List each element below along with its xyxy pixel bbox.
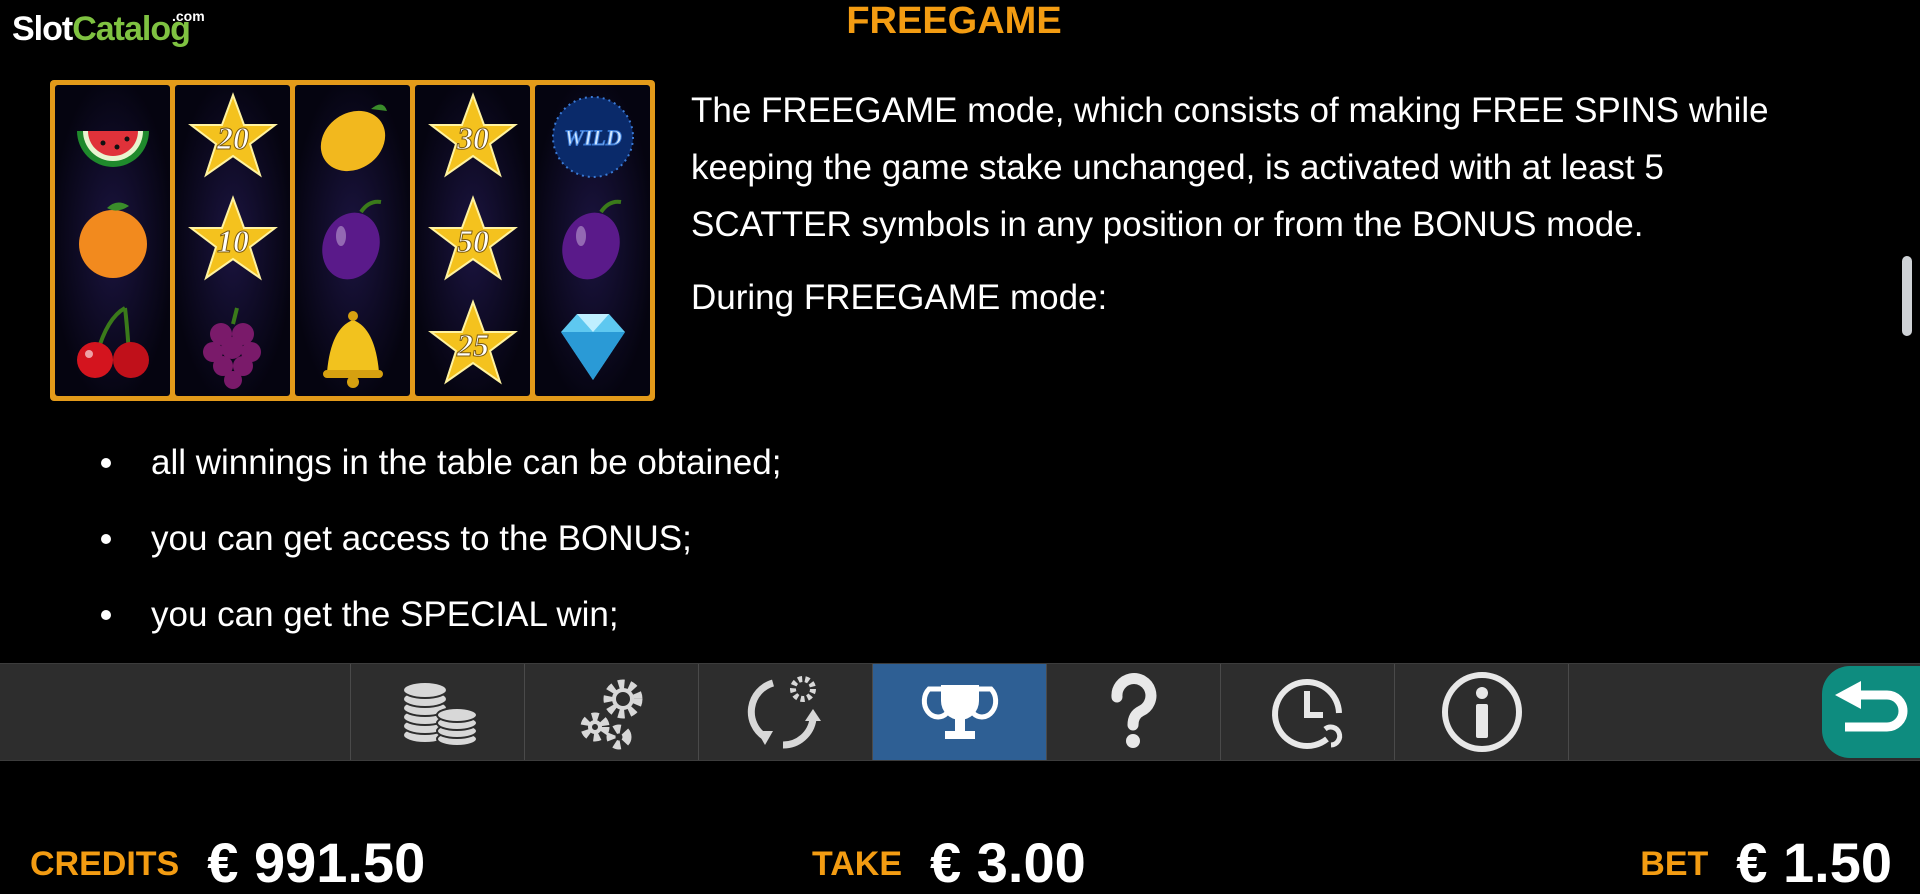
settings-button[interactable] bbox=[524, 664, 698, 760]
plum-icon bbox=[321, 200, 381, 280]
reel-symbol bbox=[187, 298, 279, 390]
reel-symbol bbox=[67, 91, 159, 183]
reel-symbol bbox=[307, 91, 399, 183]
symbol-label: 30 bbox=[456, 120, 489, 156]
autoplay-button[interactable] bbox=[698, 664, 872, 760]
list-item-text: all winnings in the table can be obtaine… bbox=[151, 443, 782, 482]
reel-symbol: 10 bbox=[187, 194, 279, 286]
paytable-coins-button[interactable] bbox=[350, 664, 524, 760]
description-paragraph-2: During FREEGAME mode: bbox=[691, 278, 1108, 317]
wild-icon: WILD bbox=[551, 95, 634, 178]
reel-symbol bbox=[307, 298, 399, 390]
bullet-dot bbox=[101, 534, 111, 544]
take-display: TAKE € 3.00 bbox=[812, 815, 1086, 891]
tab-trophy[interactable] bbox=[872, 664, 1046, 760]
star-icon: 10 bbox=[187, 195, 278, 282]
bullet-dot bbox=[101, 458, 111, 468]
history-icon bbox=[1271, 679, 1342, 749]
symbol-label: 20 bbox=[216, 120, 249, 156]
reel-symbol bbox=[547, 298, 639, 390]
info-button[interactable] bbox=[1394, 664, 1569, 760]
reel-symbol: 25 bbox=[427, 298, 519, 390]
bet-label: BET bbox=[1640, 845, 1709, 883]
bell-icon bbox=[322, 311, 383, 389]
coins-icon bbox=[401, 681, 478, 747]
star-icon: 30 bbox=[427, 91, 518, 178]
symbol-label: WILD bbox=[564, 125, 622, 150]
symbol-label: 25 bbox=[456, 327, 489, 363]
reel-column: WILD bbox=[535, 85, 650, 396]
list-item: all winnings in the table can be obtaine… bbox=[100, 425, 781, 501]
credits-display: CREDITS € 991.50 bbox=[30, 815, 425, 891]
info-icon bbox=[1441, 672, 1522, 752]
reel-symbol bbox=[547, 194, 639, 286]
autoplay-icon bbox=[747, 676, 821, 749]
gears-icon bbox=[580, 679, 642, 750]
credits-label: CREDITS bbox=[30, 845, 180, 883]
trophy-icon bbox=[921, 685, 998, 739]
list-item: you can get access to the BONUS; bbox=[100, 501, 781, 577]
reel-column bbox=[295, 85, 410, 396]
reels-illustration: 20 10 30 50 25 WILD bbox=[50, 80, 655, 401]
scrollbar-thumb[interactable] bbox=[1902, 256, 1912, 336]
grapes-icon bbox=[202, 307, 261, 390]
reel-symbol: 50 bbox=[427, 194, 519, 286]
bullet-dot bbox=[101, 610, 111, 620]
reel-symbol bbox=[307, 194, 399, 286]
plum-icon bbox=[561, 200, 621, 280]
reel-symbol: 20 bbox=[187, 91, 279, 183]
feature-list: all winnings in the table can be obtaine… bbox=[100, 425, 781, 653]
reel-column: 30 50 25 bbox=[415, 85, 530, 396]
back-button[interactable] bbox=[1822, 666, 1920, 758]
take-value: € 3.00 bbox=[930, 831, 1086, 894]
bottom-toolbar bbox=[0, 663, 1920, 761]
list-item: you can get the SPECIAL win; bbox=[100, 577, 781, 653]
reel-symbol bbox=[67, 298, 159, 390]
help-button[interactable] bbox=[1046, 664, 1220, 760]
history-button[interactable] bbox=[1220, 664, 1394, 760]
reel-symbol: 30 bbox=[427, 91, 519, 183]
page-title: FREEGAME bbox=[846, 0, 1062, 42]
list-item-text: you can get access to the BONUS; bbox=[151, 519, 692, 558]
star-icon: 25 bbox=[427, 299, 518, 385]
symbol-label: 50 bbox=[457, 223, 489, 259]
star-icon: 50 bbox=[427, 195, 518, 282]
diamond-icon bbox=[560, 314, 625, 381]
bet-display: BET € 1.50 bbox=[1640, 815, 1892, 891]
take-label: TAKE bbox=[812, 845, 903, 883]
reel-symbol: WILD bbox=[547, 91, 639, 183]
reel-column: 20 10 bbox=[175, 85, 290, 396]
description: The FREEGAME mode, which consists of mak… bbox=[691, 82, 1801, 326]
question-icon bbox=[1110, 673, 1156, 748]
credits-value: € 991.50 bbox=[207, 831, 426, 894]
reel-column bbox=[55, 85, 170, 396]
back-arrow-icon bbox=[1835, 681, 1908, 732]
watermelon-icon bbox=[76, 130, 149, 167]
bet-value: € 1.50 bbox=[1736, 831, 1892, 894]
star-icon: 20 bbox=[187, 91, 278, 178]
list-item-text: you can get the SPECIAL win; bbox=[151, 595, 619, 634]
lemon-icon bbox=[320, 104, 387, 171]
description-paragraph-1: The FREEGAME mode, which consists of mak… bbox=[691, 91, 1769, 244]
orange-icon bbox=[78, 202, 147, 279]
reel-symbol bbox=[67, 194, 159, 286]
symbol-label: 10 bbox=[217, 223, 249, 259]
cherries-icon bbox=[76, 306, 149, 379]
